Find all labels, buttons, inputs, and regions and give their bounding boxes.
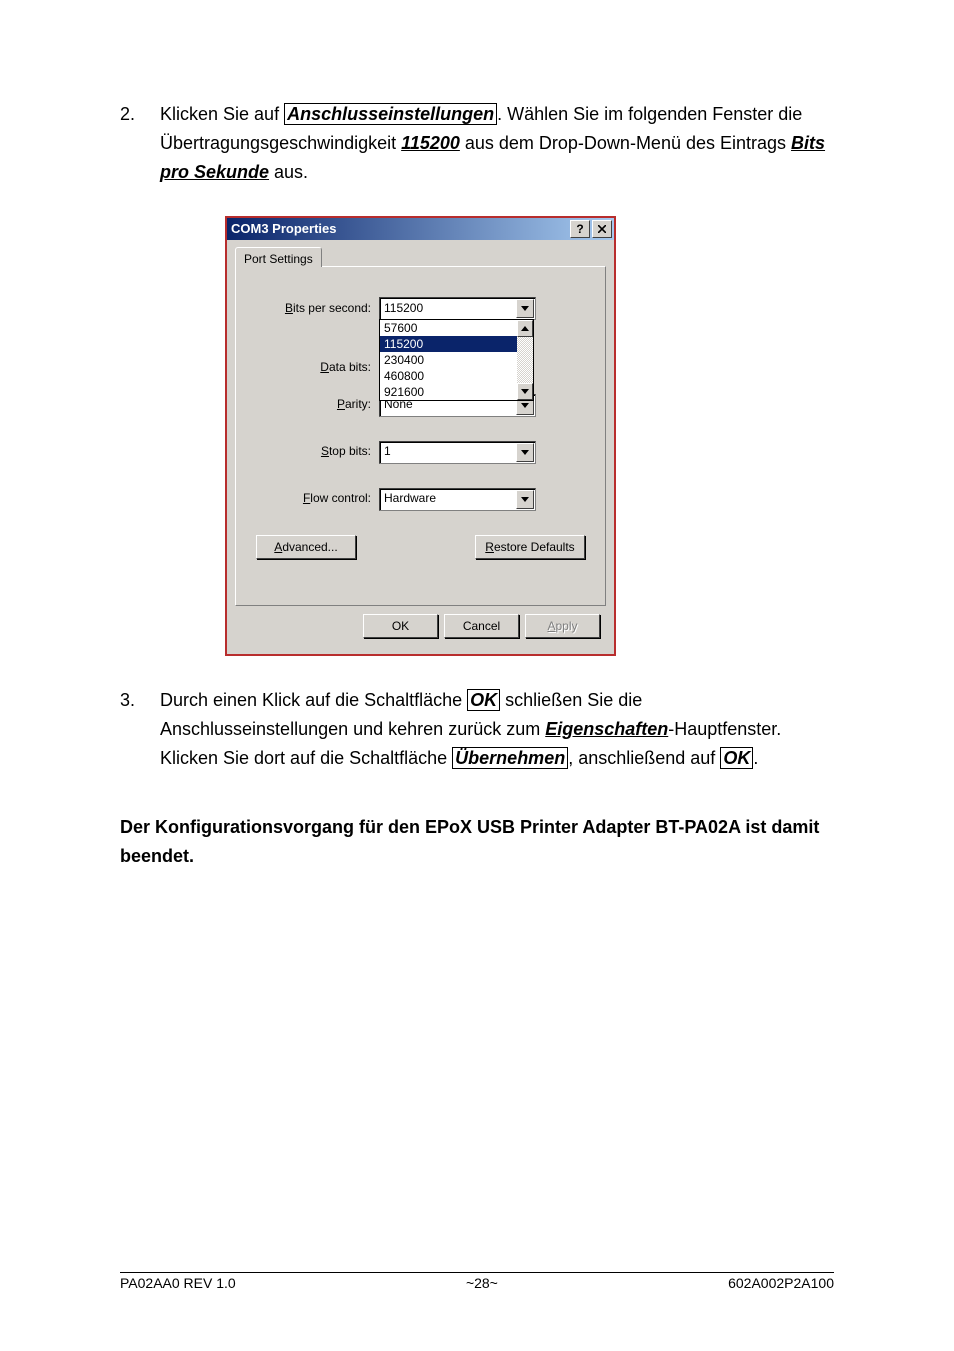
dropdown-option-selected[interactable]: 115200 <box>380 336 533 352</box>
chevron-down-icon <box>521 306 529 311</box>
restore-defaults-button[interactable]: Restore Defaults <box>475 535 585 559</box>
dialog-button-row: OK Cancel Apply <box>235 606 606 646</box>
eigenschaften: Eigenschaften <box>545 719 668 739</box>
step-2-body: Klicken Sie auf Anschlusseinstellungen. … <box>160 100 834 186</box>
page: 2. Klicken Sie auf Anschlusseinstellunge… <box>0 0 954 1351</box>
dropdown-button[interactable] <box>516 299 534 318</box>
footer-center: ~28~ <box>466 1275 498 1291</box>
row-stop-bits: Stop bits: 1 <box>256 441 585 464</box>
flow-control-value: Hardware <box>380 489 515 508</box>
page-footer: PA02AA0 REV 1.0 ~28~ 602A002P2A100 <box>120 1272 834 1291</box>
dropdown-scrollbar[interactable] <box>517 320 533 400</box>
dialog-body: Port Settings Bits per second: 115200 <box>227 240 614 654</box>
dropdown-option[interactable]: 57600 <box>380 320 533 336</box>
text: aus. <box>269 162 308 182</box>
dropdown-option[interactable]: 460800 <box>380 368 533 384</box>
label-parity: Parity: <box>256 395 379 414</box>
finish-paragraph: Der Konfigurationsvorgang für den EPoX U… <box>120 813 834 871</box>
stop-bits-value: 1 <box>380 442 515 461</box>
dropdown-button[interactable] <box>516 490 534 509</box>
value-115200: 115200 <box>401 133 460 153</box>
step-3-body: Durch einen Klick auf die Schaltfläche O… <box>160 686 834 772</box>
com3-properties-dialog: COM3 Properties ? Port Settings Bits per <box>225 216 616 656</box>
flow-control-combo[interactable]: Hardware <box>379 488 536 511</box>
dialog-wrap: COM3 Properties ? Port Settings Bits per <box>225 216 834 656</box>
step-2-number: 2. <box>120 100 160 129</box>
label-bits-per-second: Bits per second: <box>256 299 379 318</box>
boxed-uebernehmen: Übernehmen <box>452 747 568 769</box>
chevron-up-icon <box>521 326 529 331</box>
text: , anschließend auf <box>568 748 720 768</box>
stop-bits-combo[interactable]: 1 <box>379 441 536 464</box>
tab-port-settings[interactable]: Port Settings <box>235 247 322 267</box>
text: . <box>753 748 758 768</box>
bits-per-second-dropdown[interactable]: 57600 115200 230400 460800 921600 <box>379 319 534 401</box>
tab-strip: Port Settings <box>235 246 606 266</box>
step-2: 2. Klicken Sie auf Anschlusseinstellunge… <box>120 100 834 186</box>
ok-button[interactable]: OK <box>363 614 438 638</box>
text: Durch einen Klick auf die Schaltfläche <box>160 690 467 710</box>
titlebar: COM3 Properties ? <box>227 218 614 240</box>
text: aus dem Drop-Down-Menü des Eintrags <box>460 133 791 153</box>
tab-panel: Bits per second: 115200 57600 115200 230… <box>235 266 606 606</box>
row-flow-control: Flow control: Hardware <box>256 488 585 511</box>
boxed-anschlusseinstellungen: Anschlusseinstellungen <box>284 103 497 125</box>
panel-button-row: Advanced... Restore Defaults <box>256 535 585 559</box>
boxed-ok: OK <box>467 689 500 711</box>
chevron-down-icon <box>521 450 529 455</box>
label-flow-control: Flow control: <box>256 489 379 508</box>
apply-button[interactable]: Apply <box>525 614 600 638</box>
chevron-down-icon <box>521 403 529 408</box>
boxed-ok-2: OK <box>720 747 753 769</box>
close-icon <box>598 225 606 233</box>
step-3-number: 3. <box>120 686 160 715</box>
dropdown-option[interactable]: 921600 <box>380 384 533 400</box>
footer-left: PA02AA0 REV 1.0 <box>120 1275 236 1291</box>
label-stop-bits: Stop bits: <box>256 442 379 461</box>
dropdown-button[interactable] <box>516 443 534 462</box>
row-bits-per-second: Bits per second: 115200 57600 115200 230… <box>256 297 585 320</box>
label-data-bits: Data bits: <box>256 358 379 377</box>
chevron-down-icon <box>521 497 529 502</box>
footer-right: 602A002P2A100 <box>728 1275 834 1291</box>
chevron-down-icon <box>521 389 529 394</box>
scroll-down-button[interactable] <box>517 383 533 400</box>
dropdown-option[interactable]: 230400 <box>380 352 533 368</box>
bits-per-second-combo[interactable]: 115200 <box>379 297 536 320</box>
advanced-button[interactable]: Advanced... <box>256 535 356 559</box>
dialog-title: COM3 Properties <box>231 219 336 240</box>
bits-per-second-value: 115200 <box>380 299 515 318</box>
help-button[interactable]: ? <box>570 220 590 238</box>
close-button[interactable] <box>592 220 612 238</box>
scroll-track[interactable] <box>517 337 533 383</box>
instructions: 2. Klicken Sie auf Anschlusseinstellunge… <box>120 100 834 870</box>
step-3: 3. Durch einen Klick auf die Schaltfläch… <box>120 686 834 772</box>
scroll-up-button[interactable] <box>517 320 533 337</box>
text: Klicken Sie auf <box>160 104 284 124</box>
cancel-button[interactable]: Cancel <box>444 614 519 638</box>
